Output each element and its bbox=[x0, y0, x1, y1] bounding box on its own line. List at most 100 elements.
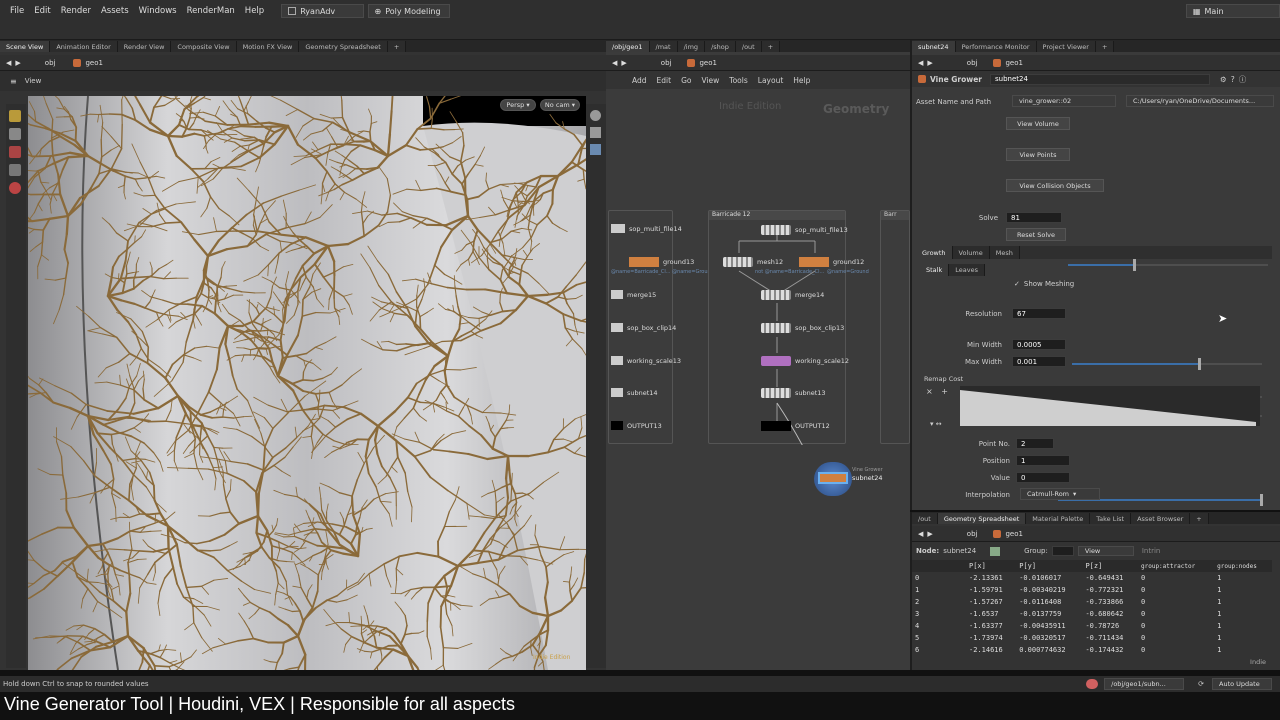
intrinsic-label[interactable]: Intrin bbox=[1142, 547, 1161, 555]
barricade-network-box[interactable]: Barricade 12 sop_multi_file13 mesh12 gro… bbox=[708, 210, 869, 445]
back-arrow-icon[interactable]: ◀ bbox=[6, 59, 11, 67]
add-sheet-tab-button[interactable]: + bbox=[1190, 513, 1209, 524]
net-menu-add[interactable]: Add bbox=[632, 76, 647, 85]
menu-edit[interactable]: Edit bbox=[29, 6, 55, 16]
table-row[interactable]: 3 -1.6537 -0.0137759 -0.680642 0 1 bbox=[912, 608, 1272, 620]
net-menu-edit[interactable]: Edit bbox=[657, 76, 672, 85]
right-network-box[interactable]: Barr bbox=[880, 210, 910, 444]
menu-help[interactable]: Help bbox=[240, 6, 269, 16]
add-network-tab-button[interactable]: + bbox=[761, 41, 781, 52]
ramp-expand-icon[interactable]: ▾ ↔ bbox=[930, 420, 942, 428]
tab-animation-editor[interactable]: Animation Editor bbox=[50, 41, 118, 52]
tab-composite-view[interactable]: Composite View bbox=[171, 41, 237, 52]
points-mode-icon[interactable] bbox=[990, 546, 1001, 556]
sheet-forward-icon[interactable]: ▶ bbox=[927, 530, 932, 538]
add-point-icon[interactable]: + bbox=[941, 387, 948, 396]
handle-tool-icon[interactable] bbox=[9, 110, 21, 122]
view-menu-icon[interactable]: ≡ bbox=[10, 77, 17, 86]
network-forward-icon[interactable]: ▶ bbox=[621, 59, 626, 67]
table-row[interactable]: 1 -1.59791 -0.00340219 -0.772321 0 1 bbox=[912, 584, 1272, 596]
menu-renderman[interactable]: RenderMan bbox=[182, 6, 240, 16]
node-mesh12[interactable]: mesh12 bbox=[723, 257, 783, 267]
node-output12[interactable]: OUTPUT12 bbox=[761, 421, 830, 431]
update-mode-dropdown[interactable]: Auto Update bbox=[1212, 678, 1272, 690]
snap-icon[interactable] bbox=[9, 182, 21, 194]
column-header[interactable]: P[y] bbox=[1016, 560, 1082, 572]
path-geo1[interactable]: geo1 bbox=[85, 59, 103, 67]
shading-icon[interactable] bbox=[590, 110, 601, 121]
menu-file[interactable]: File bbox=[5, 6, 29, 16]
node-merge15[interactable]: merge15 bbox=[611, 290, 656, 299]
node-sop-box-clip14[interactable]: sop_box_clip14 bbox=[611, 323, 676, 332]
tab-volume[interactable]: Volume bbox=[952, 246, 990, 259]
tab-stalk[interactable]: Stalk bbox=[920, 264, 950, 276]
params-back-icon[interactable]: ◀ bbox=[918, 59, 923, 67]
net-menu-layout[interactable]: Layout bbox=[758, 76, 784, 85]
add-params-tab-button[interactable]: + bbox=[1095, 41, 1115, 52]
camera-menu-button[interactable]: No cam ▾ bbox=[540, 99, 580, 111]
group-field[interactable] bbox=[1051, 546, 1074, 556]
network-back-icon[interactable]: ◀ bbox=[612, 59, 617, 67]
tab-mesh[interactable]: Mesh bbox=[989, 246, 1020, 259]
tab-geometry-spreadsheet[interactable]: Geometry Spreadsheet bbox=[299, 41, 388, 52]
tab-img[interactable]: /img bbox=[677, 41, 706, 52]
tab-subnet24[interactable]: subnet24 bbox=[912, 41, 956, 52]
menu-windows[interactable]: Windows bbox=[134, 6, 182, 16]
tab-scene-view[interactable]: Scene View bbox=[0, 41, 51, 52]
tab-project-viewer[interactable]: Project Viewer bbox=[1036, 41, 1096, 52]
tab-growth[interactable]: Growth bbox=[916, 246, 953, 259]
column-header[interactable] bbox=[912, 560, 966, 572]
tab-take-list[interactable]: Take List bbox=[1090, 513, 1132, 524]
select-tool-icon[interactable] bbox=[9, 128, 21, 140]
node-ground12[interactable]: ground12 bbox=[799, 257, 864, 267]
column-header[interactable]: group:attractor bbox=[1138, 560, 1214, 572]
table-row[interactable]: 0 -2.13361 -0.0106017 -0.649431 0 1 bbox=[912, 572, 1272, 584]
params-forward-icon[interactable]: ▶ bbox=[927, 59, 932, 67]
view-dropdown[interactable]: View bbox=[1077, 546, 1134, 556]
refresh-icon[interactable]: ⟳ bbox=[1198, 680, 1204, 688]
reset-solve-button[interactable]: Reset Solve bbox=[1006, 228, 1066, 241]
network-path-obj[interactable]: obj bbox=[661, 59, 672, 67]
table-row[interactable]: 6 -2.14616 0.000774632 -0.174432 0 1 bbox=[912, 644, 1272, 656]
node-ground13[interactable]: ground13 bbox=[629, 257, 694, 267]
table-row[interactable]: 2 -1.57267 -0.0116408 -0.733866 0 1 bbox=[912, 596, 1272, 608]
display-options-icon[interactable] bbox=[590, 127, 601, 138]
remap-cost-ramp[interactable] bbox=[960, 386, 1260, 426]
resolution-slider[interactable] bbox=[1072, 358, 1262, 370]
vine-grower-node-icon[interactable] bbox=[818, 472, 848, 484]
view-label[interactable]: View bbox=[25, 77, 42, 85]
min-width-field[interactable]: 0.0005 bbox=[1012, 339, 1066, 350]
asset-path-dropdown[interactable]: C:/Users/ryan/OneDrive/Documents... bbox=[1126, 95, 1274, 107]
sheet-path-obj[interactable]: obj bbox=[967, 530, 978, 538]
node-merge14[interactable]: merge14 bbox=[761, 290, 824, 300]
pose-tool-icon[interactable] bbox=[9, 146, 21, 158]
info-icon[interactable]: ⓘ bbox=[1239, 74, 1247, 85]
view-collision-objects-button[interactable]: View Collision Objects bbox=[1006, 179, 1104, 192]
solve-slider[interactable] bbox=[1068, 259, 1268, 271]
max-width-field[interactable]: 0.001 bbox=[1012, 356, 1066, 367]
menu-render[interactable]: Render bbox=[56, 6, 96, 16]
delete-point-icon[interactable]: × bbox=[926, 387, 933, 396]
renderman-icon[interactable] bbox=[1086, 679, 1099, 689]
resolution-field[interactable]: 67 bbox=[1012, 308, 1066, 319]
table-row[interactable]: 5 -1.73974 -0.00320517 -0.711434 0 1 bbox=[912, 632, 1272, 644]
status-path-field[interactable]: /obj/geo1/subn... bbox=[1104, 678, 1185, 690]
tab-geometry-spreadsheet-pane[interactable]: Geometry Spreadsheet bbox=[937, 513, 1027, 524]
main-desktop-dropdown[interactable]: ▦ Main bbox=[1185, 4, 1280, 18]
help-icon[interactable]: ? bbox=[1231, 75, 1235, 84]
table-row[interactable]: 4 -1.63377 -0.00435911 -0.78726 0 1 bbox=[912, 620, 1272, 632]
node-subnet13[interactable]: subnet13 bbox=[761, 388, 826, 398]
point-no-field[interactable]: 2 bbox=[1016, 438, 1054, 449]
params-path-obj[interactable]: obj bbox=[967, 59, 978, 67]
tab-render-view[interactable]: Render View bbox=[117, 41, 172, 52]
node-name-field[interactable]: subnet24 bbox=[990, 73, 1211, 85]
forward-arrow-icon[interactable]: ▶ bbox=[15, 59, 20, 67]
network-path-geo1[interactable]: geo1 bbox=[699, 59, 717, 67]
desktop-dropdown[interactable]: ⊕ Poly Modeling bbox=[367, 4, 450, 18]
viewport-3d[interactable]: Persp ▾ No cam ▾ Indie Edition bbox=[28, 96, 586, 670]
sheet-back-icon[interactable]: ◀ bbox=[918, 530, 923, 538]
tab-mat[interactable]: /mat bbox=[649, 41, 678, 52]
net-menu-tools[interactable]: Tools bbox=[729, 76, 747, 85]
add-tab-button[interactable]: + bbox=[387, 41, 407, 52]
view-points-button[interactable]: View Points bbox=[1006, 148, 1070, 161]
